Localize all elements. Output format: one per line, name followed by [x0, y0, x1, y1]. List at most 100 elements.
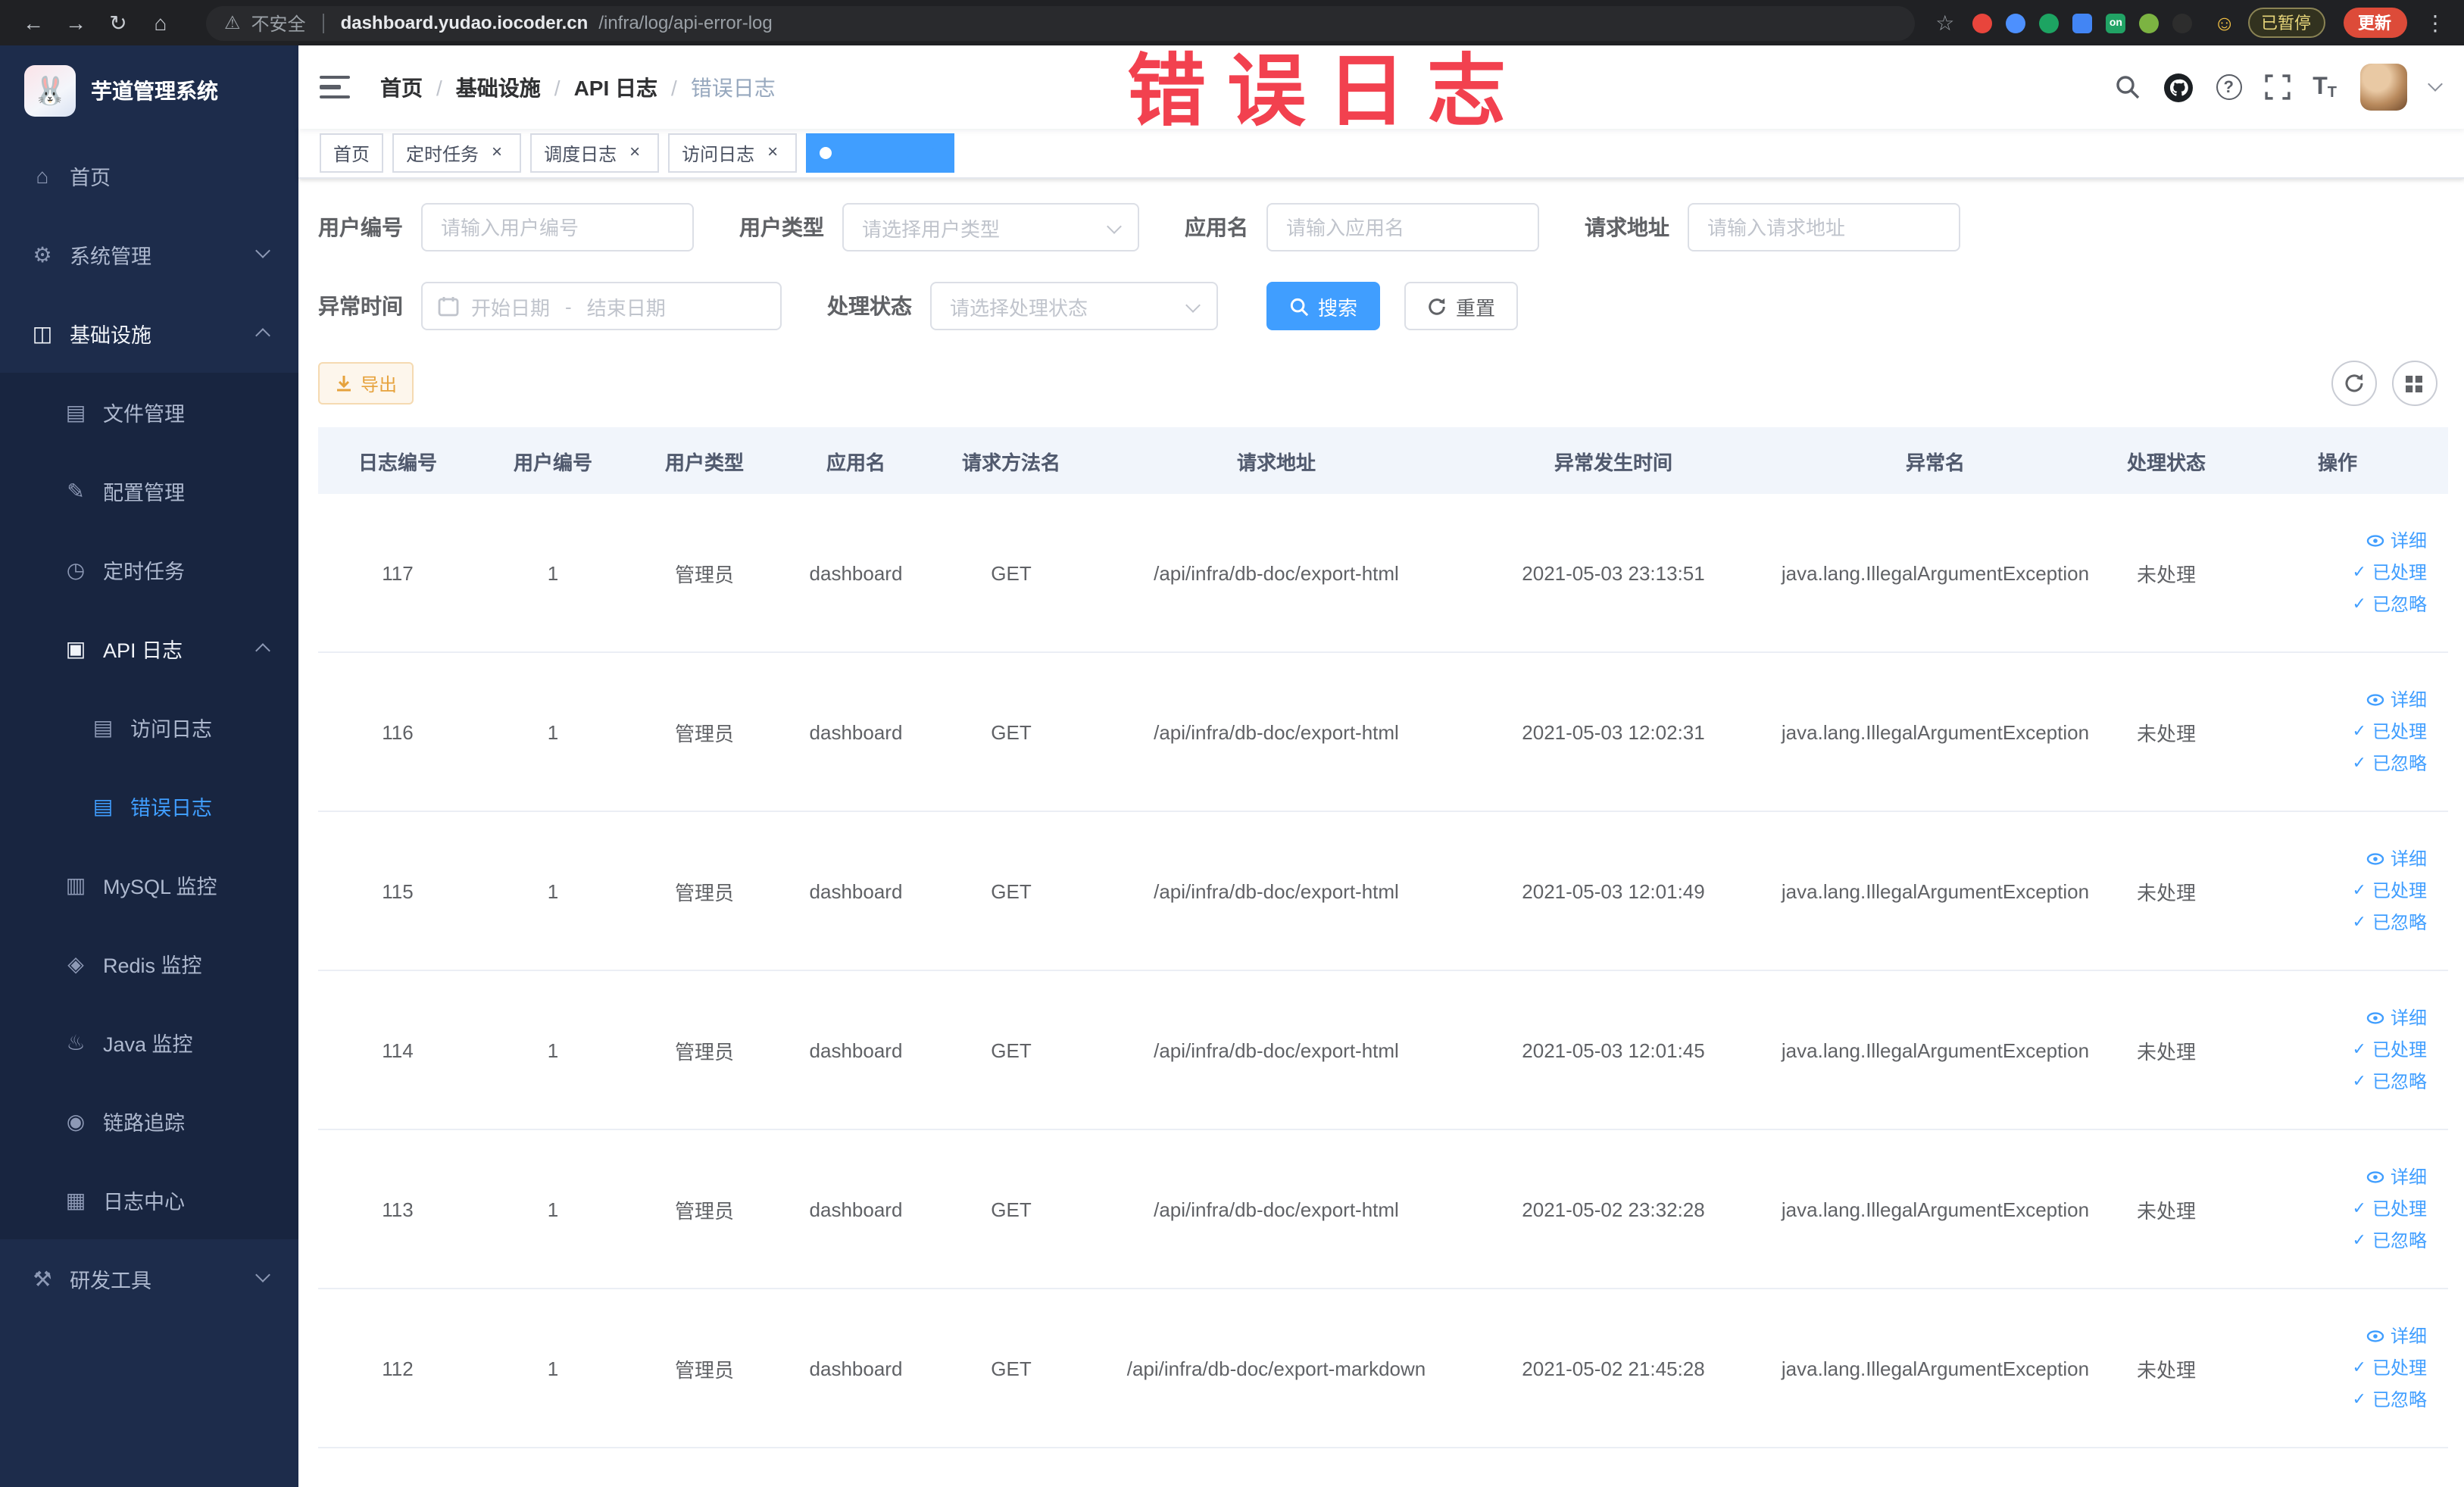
font-size-icon[interactable]: TT	[2313, 73, 2337, 101]
detail-link[interactable]: 详细	[2366, 846, 2427, 872]
mark-processed-link[interactable]: ✓ 已处理	[2353, 1037, 2427, 1063]
reset-button[interactable]: 重置	[1404, 282, 1519, 330]
breadcrumb-infrastructure[interactable]: 基础设施	[456, 72, 541, 102]
mark-ignored-link[interactable]: ✓ 已忽略	[2353, 751, 2427, 776]
mark-processed-link[interactable]: ✓ 已处理	[2353, 719, 2427, 745]
sidebar-item-api-log[interactable]: ▣ API 日志	[0, 609, 298, 688]
mark-processed-link[interactable]: ✓ 已处理	[2353, 560, 2427, 586]
fullscreen-icon[interactable]	[2264, 74, 2290, 100]
user-id-input[interactable]	[421, 203, 694, 251]
chevron-down-icon	[255, 1267, 270, 1282]
export-button[interactable]: 导出	[318, 362, 414, 405]
close-icon[interactable]: ×	[920, 142, 941, 164]
forward-icon[interactable]: →	[58, 5, 94, 41]
chevron-up-icon	[255, 328, 270, 343]
sidebar-item-log-center[interactable]: ▦ 日志中心	[0, 1161, 298, 1239]
breadcrumb-api-log[interactable]: API 日志	[574, 72, 657, 102]
chevron-down-icon	[1185, 298, 1201, 313]
table-row: 112 1 管理员 dashboard GET /api/infra/db-do…	[318, 1289, 2448, 1448]
user-avatar[interactable]	[2359, 64, 2406, 111]
select-placeholder: 请选择处理状态	[950, 296, 1088, 319]
breadcrumb-error-log: 错误日志	[690, 75, 776, 99]
blue-extension-icon[interactable]	[2006, 13, 2026, 33]
smiley-extension-icon[interactable]: ☺	[2213, 11, 2235, 35]
sidebar-item-infrastructure[interactable]: ◫ 基础设施	[0, 294, 298, 373]
sidebar-item-mysql-monitor[interactable]: ▥ MySQL 监控	[0, 845, 298, 924]
status-cell: 未处理	[2106, 1289, 2227, 1448]
grid-extension-icon[interactable]	[2072, 13, 2093, 33]
security-label[interactable]: 不安全	[251, 10, 306, 36]
help-icon[interactable]: ?	[2216, 74, 2242, 100]
sidebar-item-system-management[interactable]: ⚙ 系统管理	[0, 215, 298, 294]
refresh-table-button[interactable]	[2331, 361, 2376, 406]
detail-link[interactable]: 详细	[2366, 1005, 2427, 1031]
app-logo[interactable]: 🐰 芋道管理系统	[0, 45, 298, 136]
browser-update-button[interactable]: 更新	[2343, 8, 2406, 38]
browser-menu-icon[interactable]: ⋮	[2425, 10, 2446, 36]
leaf-extension-icon[interactable]	[2139, 13, 2160, 33]
github-icon[interactable]	[2163, 72, 2193, 102]
app-name-input[interactable]	[1266, 203, 1539, 251]
close-icon[interactable]: ×	[762, 142, 783, 164]
extensions-row: on	[1972, 13, 2193, 33]
sidebar-item-scheduled-jobs[interactable]: ◷ 定时任务	[0, 530, 298, 609]
request-url-input[interactable]	[1688, 203, 1960, 251]
time-cell: 2021-05-03 12:01:49	[1462, 811, 1765, 971]
sidebar-toggle-icon[interactable]	[320, 75, 350, 99]
paw-extension-icon[interactable]	[2172, 13, 2193, 33]
sidebar-item-file-management[interactable]: ▤ 文件管理	[0, 373, 298, 451]
app-title: 芋道管理系统	[91, 79, 218, 103]
avatar-caret-icon[interactable]	[2427, 77, 2442, 92]
sidebar-item-access-log[interactable]: ▤ 访问日志	[0, 688, 298, 767]
sidebar-item-redis-monitor[interactable]: ◈ Redis 监控	[0, 924, 298, 1003]
tab-error-log[interactable]: 错误日志 ×	[806, 133, 955, 173]
tab-home[interactable]: 首页	[320, 133, 384, 173]
sidebar-item-label: 链路追踪	[103, 1112, 185, 1135]
detail-link[interactable]: 详细	[2366, 687, 2427, 713]
column-settings-button[interactable]	[2391, 361, 2437, 406]
actions-cell: 详细 ✓ 已处理 ✓ 已忽略	[2227, 494, 2448, 653]
sidebar-item-error-log[interactable]: ▤ 错误日志	[0, 767, 298, 845]
tab-dispatch-log[interactable]: 调度日志 ×	[530, 133, 660, 173]
mark-ignored-link[interactable]: ✓ 已忽略	[2353, 1228, 2427, 1254]
mark-processed-link[interactable]: ✓ 已处理	[2353, 878, 2427, 904]
paused-badge[interactable]: 已暂停	[2247, 8, 2325, 38]
time-cell: 2021-05-02 23:32:28	[1462, 1129, 1765, 1289]
detail-link[interactable]: 详细	[2366, 528, 2427, 554]
mark-ignored-link[interactable]: ✓ 已忽略	[2353, 1069, 2427, 1095]
search-button[interactable]: 搜索	[1266, 282, 1381, 330]
mark-ignored-link[interactable]: ✓ 已忽略	[2353, 592, 2427, 617]
user-type-select[interactable]: 请选择用户类型	[842, 203, 1139, 251]
detail-link[interactable]: 详细	[2366, 1323, 2427, 1349]
sidebar-item-java-monitor[interactable]: ♨ Java 监控	[0, 1003, 298, 1082]
reload-icon[interactable]: ↻	[100, 5, 136, 41]
green-circle-extension-icon[interactable]	[2039, 13, 2060, 33]
on-badge-extension-icon[interactable]: on	[2106, 13, 2126, 33]
tab-access-log[interactable]: 访问日志 ×	[668, 133, 798, 173]
sidebar-item-dev-tools[interactable]: ⚒ 研发工具	[0, 1239, 298, 1318]
close-icon[interactable]: ×	[486, 142, 507, 164]
tab-scheduled-jobs[interactable]: 定时任务 ×	[392, 133, 522, 173]
eye-icon	[2366, 853, 2384, 865]
search-icon[interactable]	[2114, 74, 2140, 100]
breadcrumb-separator: /	[554, 75, 561, 99]
sidebar-item-config-management[interactable]: ✎ 配置管理	[0, 451, 298, 530]
sidebar-item-home[interactable]: ⌂ 首页	[0, 136, 298, 215]
sidebar-item-tracing[interactable]: ◉ 链路追踪	[0, 1082, 298, 1161]
process-status-select[interactable]: 请选择处理状态	[930, 282, 1218, 330]
bookmark-star-icon[interactable]: ☆	[1935, 10, 1954, 36]
breadcrumb-home[interactable]: 首页	[380, 72, 423, 102]
exception-time-range-picker[interactable]: 开始日期 - 结束日期	[421, 282, 782, 330]
mark-ignored-link[interactable]: ✓ 已忽略	[2353, 910, 2427, 936]
home-icon[interactable]: ⌂	[142, 5, 179, 41]
address-bar[interactable]: ⚠ 不安全 dashboard.yudao.iocoder.cn/infra/l…	[206, 5, 1915, 40]
detail-link[interactable]: 详细	[2366, 1164, 2427, 1190]
check-icon: ✓	[2352, 881, 2366, 899]
exception-cell: java.lang.IllegalArgumentException	[1765, 1289, 2106, 1448]
red-extension-icon[interactable]	[1972, 13, 1993, 33]
close-icon[interactable]: ×	[624, 142, 645, 164]
mark-ignored-link[interactable]: ✓ 已忽略	[2353, 1387, 2427, 1413]
mark-processed-link[interactable]: ✓ 已处理	[2353, 1196, 2427, 1222]
back-icon[interactable]: ←	[15, 5, 52, 41]
mark-processed-link[interactable]: ✓ 已处理	[2353, 1355, 2427, 1381]
